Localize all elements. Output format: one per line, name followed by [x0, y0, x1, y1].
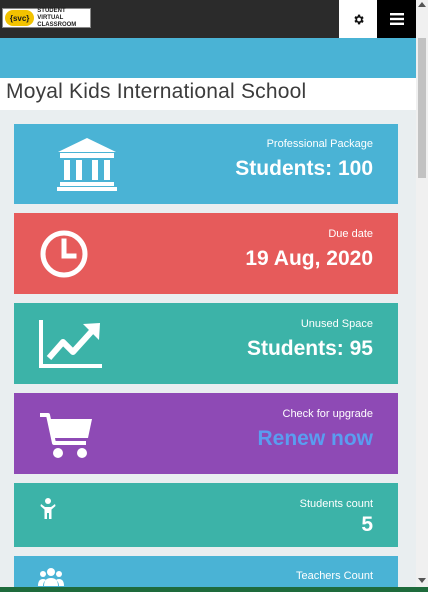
vertical-scrollbar[interactable] [416, 0, 428, 588]
card-value: Students: 95 [246, 337, 373, 360]
card-label: Check for upgrade [282, 408, 374, 420]
menu-toggle-button[interactable] [377, 0, 416, 38]
app-logo[interactable]: {svc} STUDENT VIRTUAL CLASSROOM [2, 8, 91, 28]
school-name: Moyal Kids International School [0, 78, 416, 110]
package-card[interactable]: Professional Package Students: 100 [14, 124, 398, 204]
scroll-down-arrow-icon[interactable] [418, 578, 426, 583]
scroll-up-arrow-icon[interactable] [418, 2, 426, 7]
group-users-icon [38, 568, 64, 586]
settings-button[interactable] [339, 0, 377, 38]
due-date-card[interactable]: Due date 19 Aug, 2020 [14, 213, 398, 294]
card-label: Students count [299, 498, 373, 510]
card-label: Due date [328, 228, 373, 240]
scrollbar-thumb[interactable] [418, 38, 426, 178]
card-value: 5 [361, 513, 373, 536]
shopping-cart-icon [40, 413, 92, 458]
students-count-card[interactable]: Students count 5 [14, 483, 398, 547]
unused-space-card[interactable]: Unused Space Students: 95 [14, 303, 398, 384]
card-label: Teachers Count [295, 570, 373, 582]
hamburger-menu-icon [389, 13, 404, 25]
trending-up-chart-icon [39, 320, 102, 368]
card-value: 19 Aug, 2020 [245, 247, 373, 270]
card-label: Professional Package [266, 138, 373, 150]
gear-icon [353, 14, 364, 24]
card-value: Students: 100 [235, 157, 373, 180]
bottom-strip [0, 587, 428, 592]
logo-text: STUDENT VIRTUAL CLASSROOM [37, 7, 77, 28]
upgrade-card[interactable]: Check for upgrade Renew now [14, 393, 398, 474]
clock-icon [40, 230, 88, 278]
card-label: Unused Space [300, 318, 373, 330]
top-navbar: {svc} STUDENT VIRTUAL CLASSROOM [0, 0, 416, 38]
logo-mark: {svc} [5, 10, 35, 26]
renew-now-link[interactable]: Renew now [257, 427, 373, 451]
student-figure-icon [40, 498, 56, 519]
header-band [0, 38, 416, 78]
bank-building-icon [57, 138, 117, 191]
